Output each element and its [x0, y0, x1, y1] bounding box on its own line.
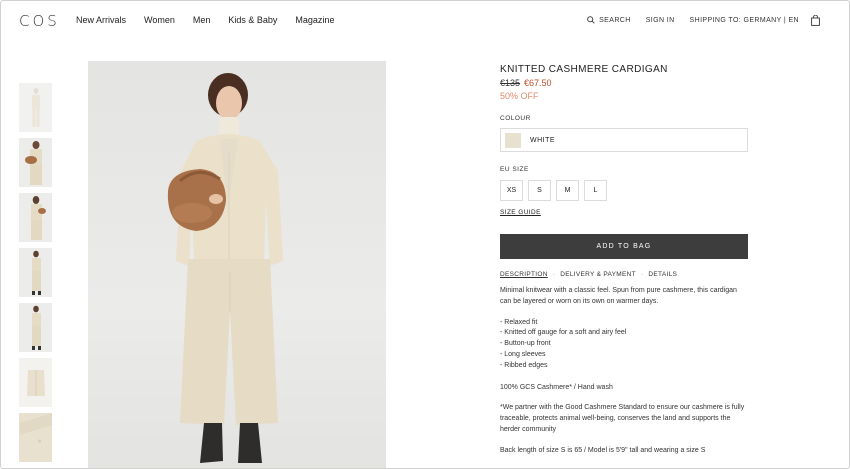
colour-label: COLOUR [500, 115, 531, 122]
sale-price: €67.50 [524, 78, 552, 88]
size-label: EU SIZE [500, 166, 529, 173]
sign-in-link[interactable]: SIGN IN [646, 17, 675, 24]
tab-details[interactable]: DETAILS [648, 271, 677, 278]
thumbnail-7[interactable] [19, 413, 52, 462]
size-l-button[interactable]: L [584, 180, 607, 201]
price-block: €135 €67.50 [500, 78, 750, 88]
description-intro: Minimal knitwear with a classic feel. Sp… [500, 287, 737, 305]
size-s-button[interactable]: S [528, 180, 551, 201]
thumbnail-3[interactable] [19, 193, 52, 242]
model-photo [167, 73, 283, 463]
size-options: XS S M L [500, 180, 750, 201]
colour-name: WHITE [530, 136, 556, 144]
discount-badge: 50% OFF [500, 91, 539, 101]
tab-description[interactable]: DESCRIPTION [500, 271, 548, 278]
tab-separator: · [640, 271, 644, 278]
site-header: COS New Arrivals Women Men Kids & Baby M… [1, 1, 849, 41]
utility-nav: SEARCH SIGN IN SHIPPING TO: GERMANY | EN [572, 16, 799, 24]
nav-women[interactable]: Women [144, 15, 175, 25]
cashmere-note: *We partner with the Good Cashmere Stand… [500, 404, 745, 433]
brand-logo[interactable]: COS [19, 12, 60, 30]
nav-new-arrivals[interactable]: New Arrivals [76, 15, 126, 25]
page-frame: COS New Arrivals Women Men Kids & Baby M… [0, 0, 850, 469]
nav-magazine[interactable]: Magazine [295, 15, 334, 25]
tab-separator: · [552, 271, 556, 278]
description-panel: Minimal knitwear with a classic feel. Sp… [500, 286, 745, 457]
size-guide-link[interactable]: SIZE GUIDE [500, 209, 541, 216]
main-nav: New Arrivals Women Men Kids & Baby Magaz… [76, 15, 352, 25]
product-details: KNITTED CASHMERE CARDIGAN €135 €67.50 50%… [500, 64, 750, 467]
original-price: €135 [500, 78, 521, 88]
size-xs-button[interactable]: XS [500, 180, 523, 201]
thumbnail-gallery [19, 83, 53, 468]
shopping-bag-icon [811, 14, 820, 26]
thumbnail-5[interactable] [19, 303, 52, 352]
thumbnail-4[interactable] [19, 248, 52, 297]
feature-item: - Relaxed fit [500, 318, 538, 326]
feature-item: - Long sleeves [500, 350, 546, 358]
search-button[interactable]: SEARCH [587, 16, 631, 24]
main-product-image[interactable] [88, 61, 386, 468]
fit-info: Back length of size S is 65 / Model is 5… [500, 446, 706, 454]
product-title: KNITTED CASHMERE CARDIGAN [500, 64, 668, 75]
composition-text: 100% GCS Cashmere* / Hand wash [500, 383, 613, 391]
feature-item: - Ribbed edges [500, 361, 548, 369]
feature-item: - Knitted off gauge for a soft and airy … [500, 329, 627, 337]
shipping-selector[interactable]: SHIPPING TO: GERMANY | EN [690, 17, 799, 24]
colour-swatch [505, 132, 521, 148]
search-icon [587, 16, 595, 24]
nav-kids-baby[interactable]: Kids & Baby [228, 15, 277, 25]
nav-men[interactable]: Men [193, 15, 211, 25]
thumbnail-2[interactable] [19, 138, 52, 187]
size-m-button[interactable]: M [556, 180, 579, 201]
tab-delivery-payment[interactable]: DELIVERY & PAYMENT [560, 271, 636, 278]
info-tabs: DESCRIPTION · DELIVERY & PAYMENT · DETAI… [500, 271, 750, 278]
search-label: SEARCH [599, 16, 631, 24]
shopping-bag-button[interactable] [811, 13, 820, 31]
thumbnail-6[interactable] [19, 358, 52, 407]
add-to-bag-button[interactable]: ADD TO BAG [500, 234, 748, 259]
feature-item: - Button-up front [500, 340, 551, 348]
thumbnail-1[interactable] [19, 83, 52, 132]
colour-selector[interactable]: WHITE [500, 128, 748, 152]
feature-list: - Relaxed fit - Knitted off gauge for a … [500, 318, 745, 372]
